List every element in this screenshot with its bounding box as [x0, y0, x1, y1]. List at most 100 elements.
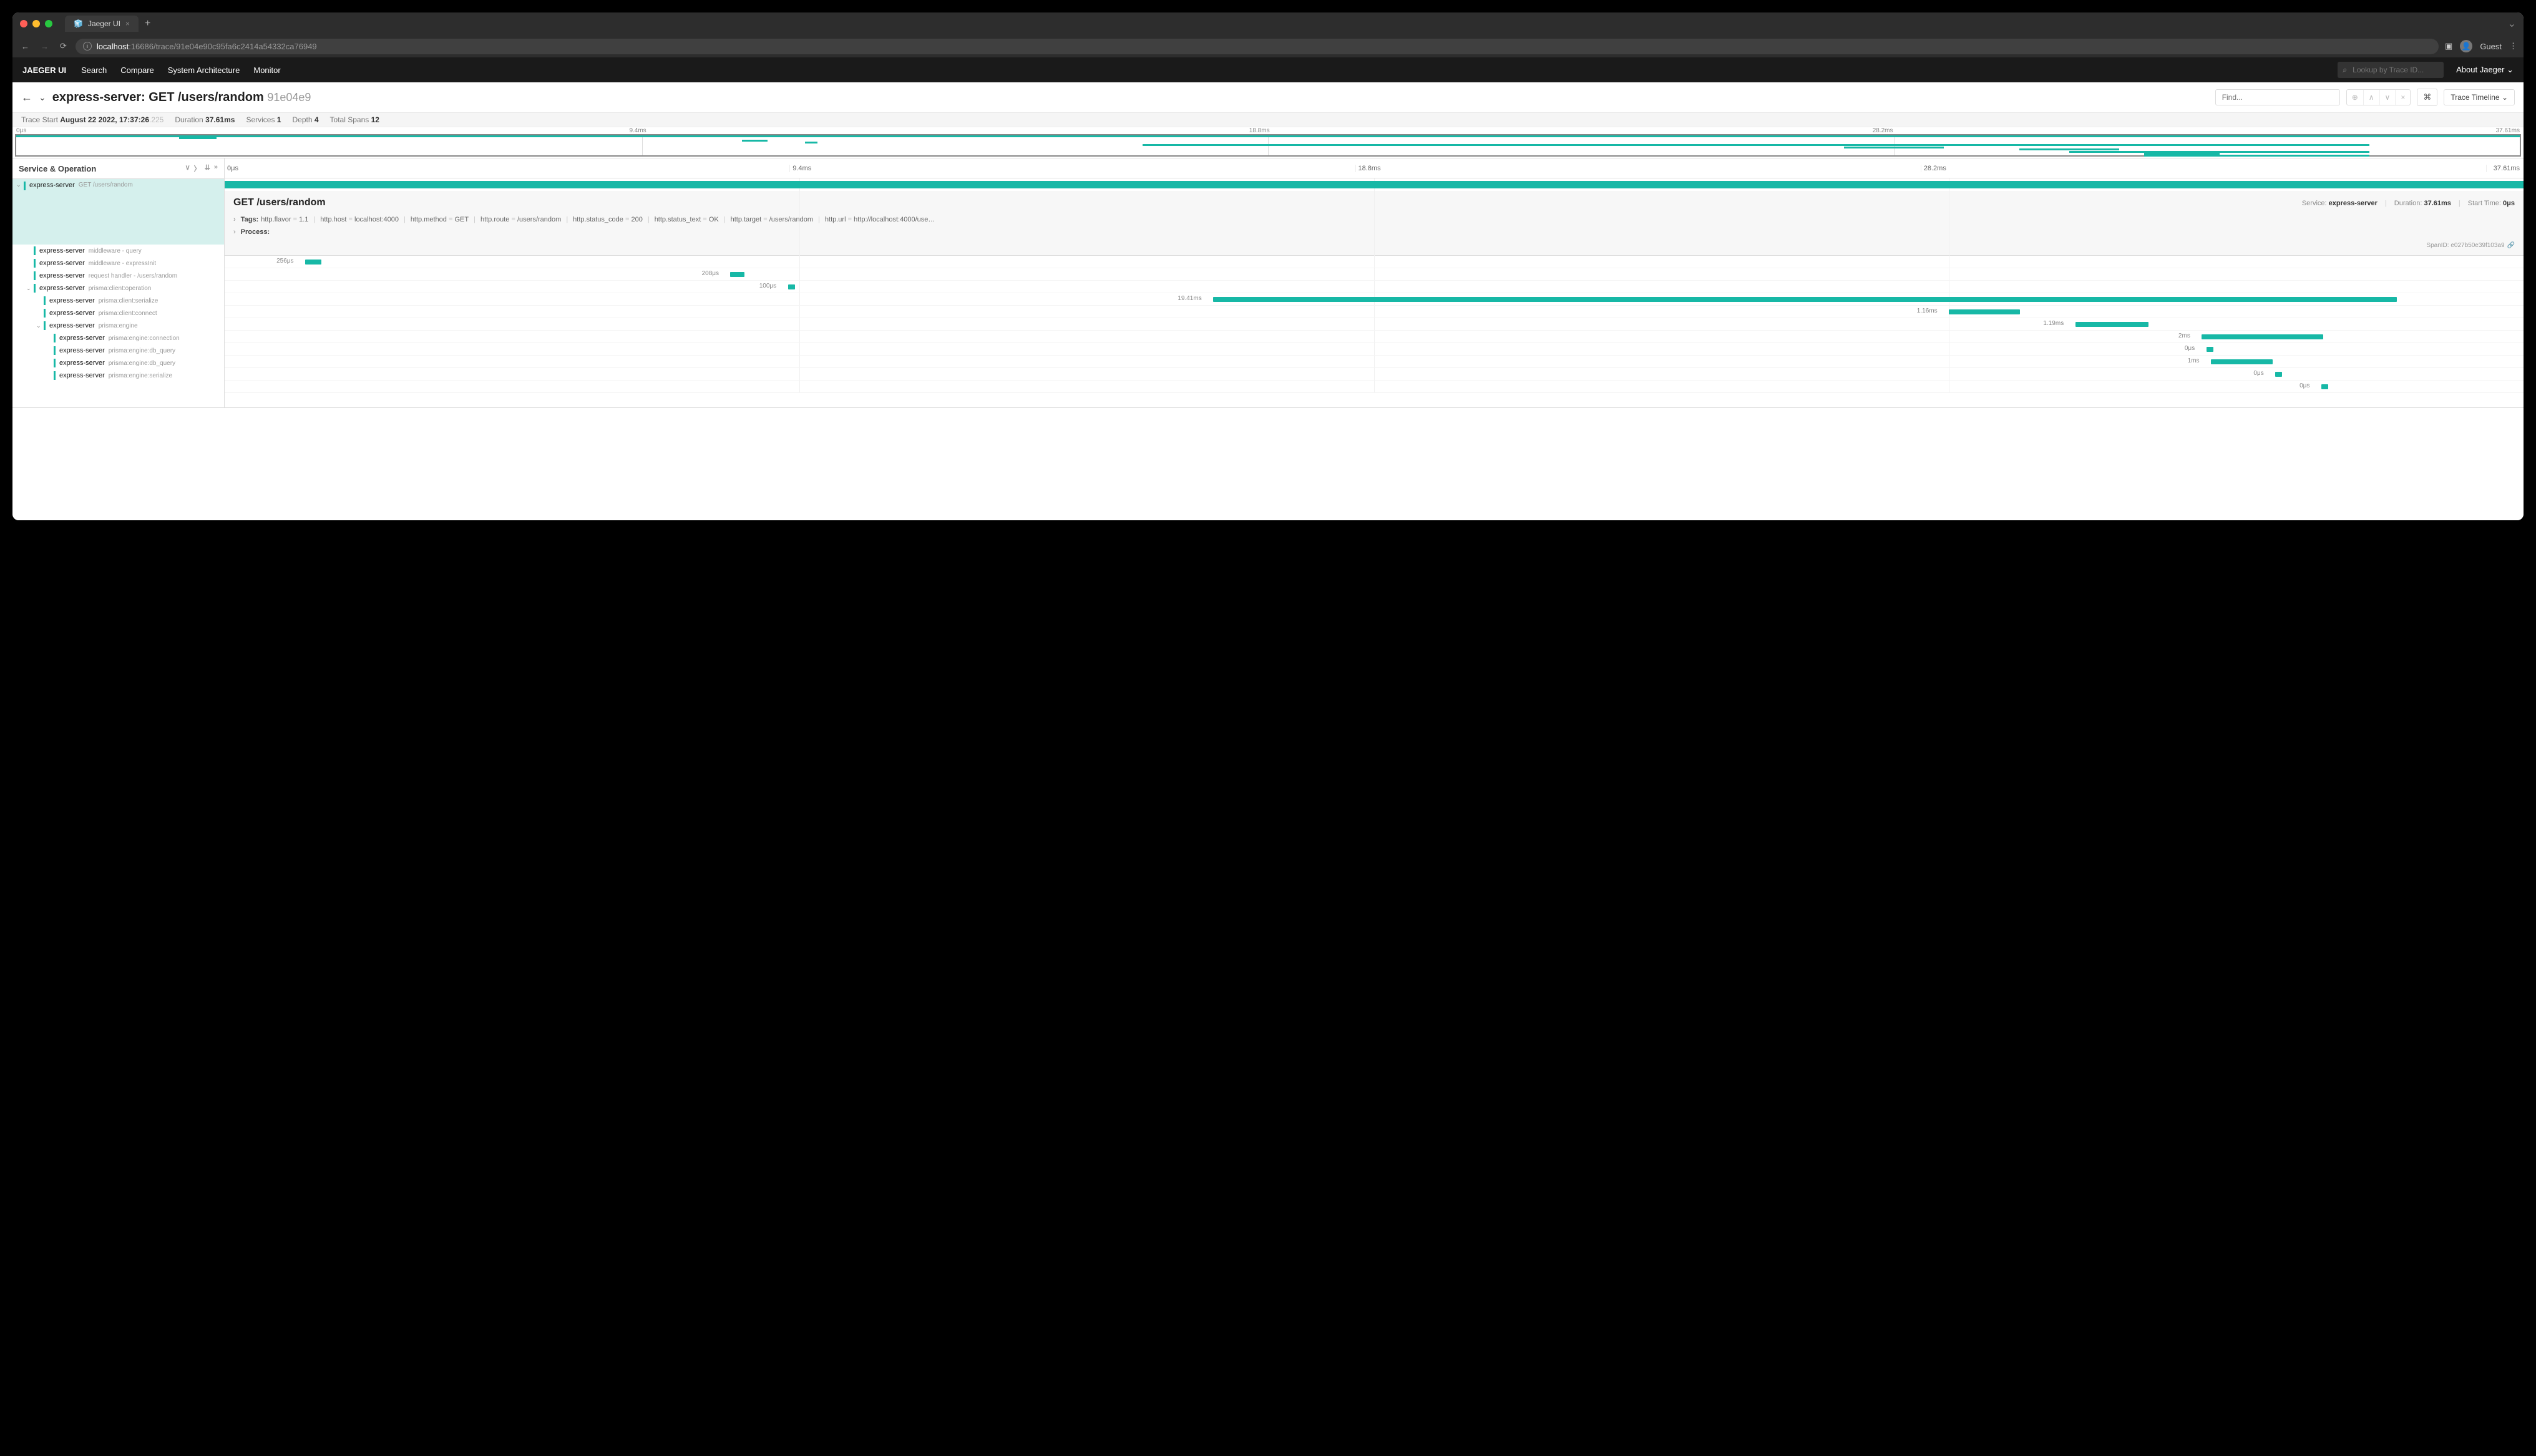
trace-title: express-server: GET /users/random 91e04e… [52, 90, 311, 105]
span-duration-label: 1.16ms [1917, 308, 1938, 314]
minimap-body[interactable] [15, 134, 2521, 157]
span-bar-row[interactable]: 1.19ms [225, 318, 2524, 331]
span-tree-row[interactable]: express-serverprisma:engine:serialize [12, 369, 224, 382]
view-mode-select[interactable]: Trace Timeline ⌄ [2444, 89, 2515, 105]
minimap-span-bar [2144, 155, 2369, 157]
expand-toggle-icon[interactable]: ⌄ [26, 285, 34, 292]
close-window-icon[interactable] [20, 20, 27, 27]
minimize-window-icon[interactable] [32, 20, 40, 27]
tag-item: http.url = http://localhost:4000/use… [825, 216, 935, 223]
back-arrow-icon[interactable]: ← [21, 91, 32, 104]
span-bar-row[interactable]: 0μs [225, 343, 2524, 356]
detail-title: GET /users/random [233, 197, 326, 208]
service-color-marker [44, 296, 46, 305]
expand-tabs-icon[interactable]: ⌄ [2508, 17, 2516, 30]
find-target-icon[interactable]: ⊕ [2347, 90, 2364, 105]
service-color-marker [44, 321, 46, 330]
minimap-span-bar [805, 142, 817, 143]
span-service-name: express-server [59, 372, 105, 379]
timeline: Service & Operation ∨ 〉 ⇊ » ⌄express-ser… [12, 158, 2524, 408]
span-tree-row[interactable]: express-serverprisma:client:connect [12, 307, 224, 319]
span-bar-row[interactable]: 256μs [225, 256, 2524, 268]
span-operation-name: GET /users/random [79, 182, 133, 188]
span-tree-row[interactable]: express-serverprisma:client:serialize [12, 294, 224, 307]
address-bar[interactable]: i localhost:16686/trace/91e04e90c95fa6c2… [76, 39, 2439, 54]
reload-button[interactable]: ⟳ [57, 39, 69, 54]
span-tree-row[interactable]: express-serverrequest handler - /users/r… [12, 269, 224, 282]
expand-toggle-icon[interactable]: ⌄ [36, 323, 44, 329]
span-bar-row[interactable]: 100μs [225, 281, 2524, 293]
find-input[interactable] [2215, 89, 2340, 105]
minimap-span-bar [2069, 151, 2369, 153]
span-operation-name: prisma:client:operation [89, 285, 152, 292]
collapse-toggle-icon[interactable]: ⌄ [39, 92, 46, 103]
copy-link-icon[interactable]: 🔗 [2507, 242, 2515, 249]
service-color-marker [34, 246, 36, 255]
close-tab-icon[interactable]: × [125, 19, 130, 28]
span-tree-row[interactable]: express-serverprisma:engine:connection [12, 332, 224, 344]
find-up-icon[interactable]: ∧ [2364, 90, 2380, 105]
nav-monitor[interactable]: Monitor [253, 66, 280, 75]
span-bar [2275, 372, 2282, 377]
span-tree-row[interactable]: ⌄express-serverprisma:engine [12, 319, 224, 332]
service-color-marker [54, 371, 56, 380]
stat-services: Services 1 [246, 115, 281, 124]
expand-toggle-icon[interactable]: ⌄ [16, 182, 24, 188]
profile-label: Guest [2480, 42, 2502, 51]
span-bar-row[interactable]: 208μs [225, 268, 2524, 281]
span-service-name: express-server [39, 284, 85, 292]
about-link[interactable]: About Jaeger ⌄ [2456, 65, 2514, 75]
span-bar [225, 181, 2524, 188]
span-bar-row[interactable]: 1.16ms [225, 306, 2524, 318]
expand-children-icon[interactable]: 〉 [194, 163, 201, 173]
back-button[interactable]: ← [19, 39, 32, 54]
span-bar-row[interactable]: 0μs [225, 368, 2524, 381]
expand-process-icon[interactable]: › [233, 228, 236, 236]
span-bar-row[interactable]: 19.41ms [225, 293, 2524, 306]
collapse-children-icon[interactable]: ∨ [185, 163, 190, 173]
trace-short-id: 91e04e9 [267, 91, 311, 104]
browser-menu-icon[interactable]: ⋮ [2509, 41, 2517, 51]
span-tree-row[interactable]: express-servermiddleware - query [12, 245, 224, 257]
expand-tags-icon[interactable]: › [233, 216, 236, 223]
span-service-name: express-server [59, 347, 105, 354]
tags-row[interactable]: ›Tags: http.flavor = 1.1|http.host = loc… [233, 213, 2515, 226]
span-bar-row[interactable]: 1ms [225, 356, 2524, 368]
nav-compare[interactable]: Compare [120, 66, 154, 75]
site-info-icon[interactable]: i [83, 42, 92, 51]
span-operation-name: prisma:engine [99, 323, 138, 329]
tag-item: http.flavor = 1.1 [261, 216, 308, 223]
process-row[interactable]: ›Process: [233, 226, 2515, 238]
collapse-all-icon[interactable]: ⇊ [205, 163, 210, 173]
span-bar-row[interactable] [225, 178, 2524, 191]
time-ruler: 0μs 9.4ms 18.8ms 28.2ms 37.61ms [225, 158, 2524, 178]
span-id-row: SpanID: e027b50e39f103a9🔗 [233, 238, 2515, 249]
span-tree-row[interactable]: ⌄ express-server prisma:client:operation [12, 282, 224, 294]
browser-tab[interactable]: 🧊 Jaeger UI × [65, 16, 139, 32]
panel-icon[interactable]: ▣ [2445, 41, 2452, 51]
maximize-window-icon[interactable] [45, 20, 52, 27]
nav-search[interactable]: Search [81, 66, 107, 75]
find-down-icon[interactable]: ∨ [2380, 90, 2396, 105]
span-operation-name: prisma:engine:connection [109, 335, 180, 342]
span-service-name: express-server [59, 359, 105, 367]
span-bar-row[interactable]: 0μs [225, 381, 2524, 393]
span-tree-row[interactable]: ⌄express-serverGET /users/random [12, 179, 224, 245]
forward-button[interactable]: → [38, 39, 51, 54]
lookup-trace-input[interactable] [2338, 62, 2444, 78]
expand-all-icon[interactable]: » [214, 163, 218, 173]
span-tree-panel: Service & Operation ∨ 〉 ⇊ » ⌄express-ser… [12, 158, 225, 407]
span-tree-row[interactable]: express-servermiddleware - expressInit [12, 257, 224, 269]
new-tab-button[interactable]: + [145, 18, 150, 29]
nav-architecture[interactable]: System Architecture [168, 66, 240, 75]
profile-avatar-icon[interactable]: 👤 [2460, 40, 2472, 52]
brand-label[interactable]: JAEGER UI [22, 66, 66, 75]
span-bar-row[interactable]: 2ms [225, 331, 2524, 343]
span-tree-row[interactable]: express-serverprisma:engine:db_query [12, 344, 224, 357]
span-duration-label: 208μs [702, 270, 719, 277]
shortcuts-button[interactable]: ⌘ [2417, 89, 2437, 106]
tag-item: http.status_text = OK [655, 216, 719, 223]
minimap[interactable]: 0μs 9.4ms 18.8ms 28.2ms 37.61ms [12, 127, 2524, 158]
span-tree-row[interactable]: express-serverprisma:engine:db_query [12, 357, 224, 369]
find-clear-icon[interactable]: × [2396, 90, 2410, 105]
